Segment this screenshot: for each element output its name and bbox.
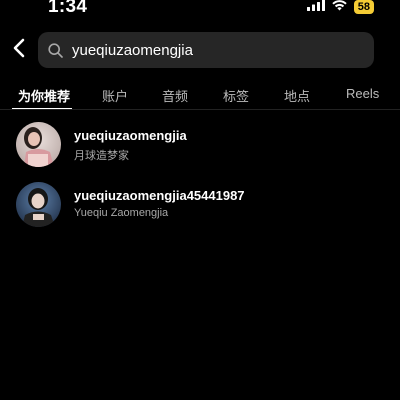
avatar[interactable] — [16, 122, 61, 167]
search-icon — [48, 42, 64, 58]
wifi-icon — [331, 0, 348, 16]
tab-for-you[interactable]: 为你推荐 — [18, 86, 70, 105]
back-button[interactable] — [8, 38, 30, 62]
tab-reels[interactable]: Reels — [346, 86, 379, 101]
search-result-item[interactable]: yueqiuzaomengjia45441987 Yueqiu Zaomengj… — [0, 182, 400, 232]
tab-places[interactable]: 地点 — [284, 86, 310, 105]
result-full-name: Yueqiu Zaomengjia — [74, 207, 169, 219]
tab-accounts[interactable]: 账户 — [102, 86, 128, 105]
result-username: yueqiuzaomengjia — [74, 128, 187, 143]
cellular-signal-icon — [306, 0, 325, 16]
search-tabs: 为你推荐 账户 音频 标签 地点 Reels — [0, 80, 400, 110]
tab-audio[interactable]: 音频 — [162, 86, 188, 105]
back-chevron-icon — [13, 38, 25, 63]
search-result-item[interactable]: yueqiuzaomengjia 月球造梦家 — [0, 122, 400, 172]
result-username: yueqiuzaomengjia45441987 — [74, 188, 245, 203]
search-box[interactable] — [38, 32, 374, 68]
result-full-name: 月球造梦家 — [74, 150, 129, 162]
search-row — [0, 32, 400, 68]
status-bar: 1:34 58 — [0, 0, 400, 22]
battery-icon: 58 — [353, 0, 374, 14]
tab-tags[interactable]: 标签 — [223, 86, 249, 105]
tabs-divider — [0, 109, 400, 110]
status-icons: 58 — [306, 0, 374, 16]
status-time: 1:34 — [48, 0, 88, 17]
search-input[interactable] — [72, 41, 352, 59]
avatar[interactable] — [16, 182, 61, 227]
